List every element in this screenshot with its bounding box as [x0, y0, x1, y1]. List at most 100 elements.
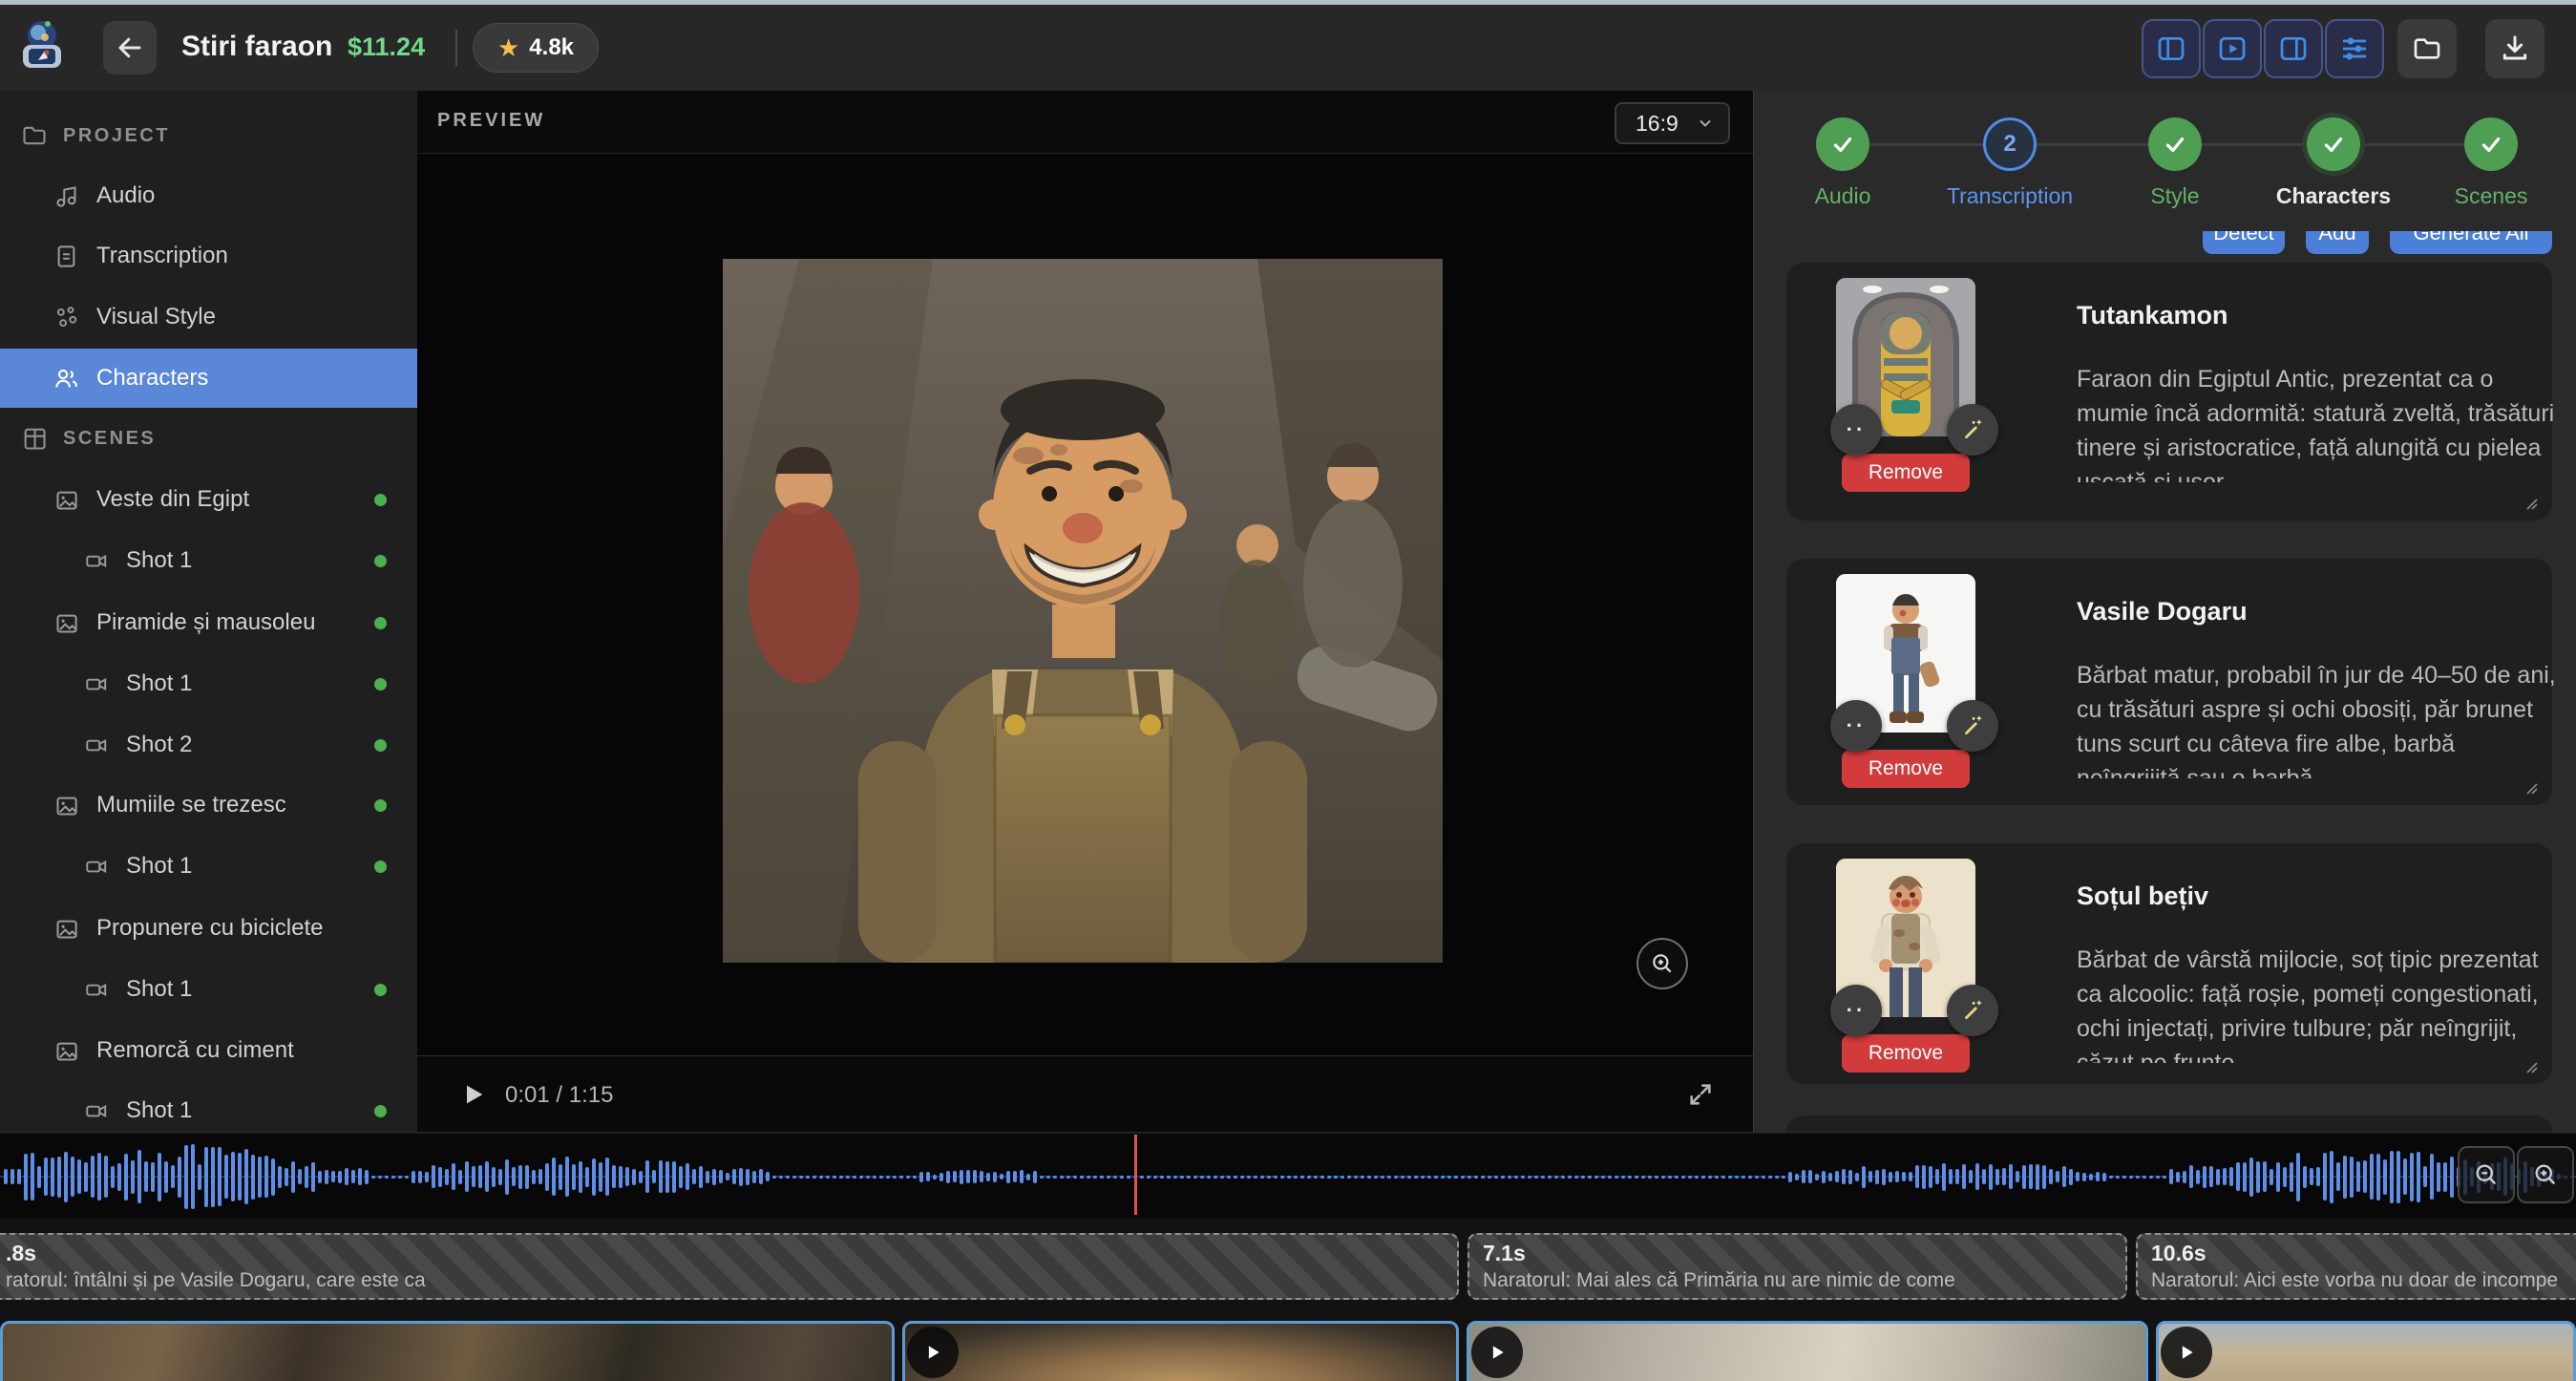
- timeline-zoom-in-button[interactable]: [2517, 1146, 2574, 1203]
- folder-icon: [21, 122, 48, 149]
- resize-handle-icon[interactable]: [2523, 1059, 2539, 1074]
- drag-handle-button[interactable]: ··: [1830, 404, 1882, 456]
- character-card-sotul-betiv: ·· Remove Soțul bețiv Bărbat de vârstă m…: [1786, 843, 2552, 1084]
- zoom-preview-button[interactable]: [1636, 938, 1688, 989]
- step-audio[interactable]: [1816, 117, 1869, 171]
- step-label: Characters: [2248, 183, 2419, 209]
- video-camera-icon: [84, 548, 109, 573]
- check-icon: [2479, 132, 2503, 157]
- image-icon: [53, 1038, 79, 1064]
- audio-waveform[interactable]: [0, 1135, 2576, 1219]
- arrow-left-icon: [116, 33, 144, 62]
- drag-handle-button[interactable]: ··: [1830, 985, 1882, 1036]
- regenerate-image-button[interactable]: [1947, 700, 1998, 752]
- sidebar-scene-mumiile[interactable]: Mumiile se trezesc: [0, 775, 417, 835]
- sidebar-shot[interactable]: Shot 1: [0, 960, 417, 1019]
- segment-text: ratorul: întâlni și pe Vasile Dogaru, ca…: [6, 1269, 426, 1292]
- clip-play-button[interactable]: [907, 1327, 959, 1378]
- panel-left-toggle-button[interactable]: [2142, 19, 2201, 78]
- star-icon: ★: [497, 33, 519, 63]
- check-icon: [2163, 132, 2187, 157]
- character-description-input[interactable]: Bărbat matur, probabil în jur de 40–50 d…: [2077, 658, 2559, 778]
- image-icon: [53, 487, 79, 513]
- dots-icon: ··: [1847, 425, 1867, 435]
- image-icon: [53, 793, 79, 818]
- step-transcription[interactable]: 2: [1983, 117, 2037, 171]
- fullscreen-button[interactable]: [1687, 1081, 1714, 1108]
- play-icon: [1488, 1343, 1507, 1362]
- nodes-icon: [53, 305, 79, 330]
- magnifier-plus-icon: [2532, 1161, 2559, 1188]
- aspect-ratio-dropdown[interactable]: 16:9: [1615, 102, 1730, 144]
- sidebar-shot[interactable]: Shot 1: [0, 654, 417, 713]
- settings-sliders-button[interactable]: [2325, 19, 2384, 78]
- step-label: Style: [2089, 183, 2261, 209]
- topbar-divider: [455, 30, 457, 66]
- status-dot: [374, 799, 387, 812]
- magnifier-plus-icon: [1650, 951, 1675, 976]
- sidebar-scene-piramide[interactable]: Piramide și mausoleu: [0, 593, 417, 652]
- check-icon: [1830, 132, 1855, 157]
- video-clip[interactable]: [0, 1321, 895, 1381]
- resize-handle-icon[interactable]: [2523, 496, 2539, 511]
- step-label: Audio: [1757, 183, 1929, 209]
- app-logo: [15, 18, 69, 72]
- document-icon: [53, 244, 79, 269]
- sidebar-shot[interactable]: Shot 1: [0, 531, 417, 590]
- magic-wand-icon: [1960, 713, 1985, 738]
- clip-play-button[interactable]: [1471, 1327, 1523, 1378]
- sidebar-shot[interactable]: Shot 2: [0, 715, 417, 775]
- rating-badge[interactable]: ★ 4.8k: [473, 23, 599, 73]
- play-button[interactable]: [460, 1081, 487, 1108]
- characters-panel: Detect Add Generate All Audio 2 Transcri…: [1753, 91, 2576, 1132]
- time-display: 0:01 / 1:15: [505, 1082, 613, 1109]
- preview-panel-toggle-button[interactable]: [2203, 19, 2262, 78]
- video-clip[interactable]: [1467, 1321, 2148, 1381]
- panel-right-icon: [2278, 33, 2309, 64]
- character-description-input[interactable]: Bărbat de vârstă mijlocie, soț tipic pre…: [2077, 943, 2559, 1063]
- transcript-segment[interactable]: 7.1s Naratorul: Mai ales că Primăria nu …: [1467, 1233, 2127, 1300]
- music-note-icon: [53, 183, 79, 209]
- image-icon: [53, 916, 79, 942]
- sidebar-shot[interactable]: Shot 1: [0, 837, 417, 896]
- segment-text: Naratorul: Mai ales că Primăria nu are n…: [1483, 1269, 1955, 1292]
- sidebar-item-characters[interactable]: Characters: [0, 349, 417, 408]
- step-scenes[interactable]: [2464, 117, 2518, 171]
- back-button[interactable]: [103, 21, 157, 74]
- regenerate-image-button[interactable]: [1947, 404, 1998, 456]
- preview-header: PREVIEW 16:9: [417, 91, 1753, 154]
- sidebar-scene-veste-din-egipt[interactable]: Veste din Egipt: [0, 470, 417, 529]
- playhead[interactable]: [1134, 1135, 1137, 1215]
- left-sidebar: PROJECT Audio Transcription: [0, 91, 418, 1132]
- sidebar-item-transcription[interactable]: Transcription: [0, 226, 417, 286]
- magic-wand-icon: [1960, 417, 1985, 442]
- open-folder-button[interactable]: [2397, 19, 2457, 78]
- sidebar-scene-remorca[interactable]: Remorcă cu ciment: [0, 1021, 417, 1080]
- dots-icon: ··: [1847, 1006, 1867, 1015]
- drag-handle-button[interactable]: ··: [1830, 700, 1882, 752]
- remove-character-button[interactable]: Remove: [1842, 750, 1970, 788]
- remove-character-button[interactable]: Remove: [1842, 454, 1970, 492]
- video-frame[interactable]: [723, 259, 1443, 963]
- resize-handle-icon[interactable]: [2523, 780, 2539, 796]
- step-style[interactable]: [2148, 117, 2202, 171]
- status-dot: [374, 860, 387, 873]
- remove-character-button[interactable]: Remove: [1842, 1034, 1970, 1073]
- clip-play-button[interactable]: [2161, 1327, 2212, 1378]
- video-camera-icon: [84, 733, 109, 757]
- video-clip[interactable]: [2156, 1321, 2576, 1381]
- sidebar-scene-propunere[interactable]: Propunere cu biciclete: [0, 899, 417, 958]
- transcript-segment[interactable]: .8s ratorul: întâlni și pe Vasile Dogaru…: [0, 1233, 1459, 1300]
- character-description-input[interactable]: Faraon din Egiptul Antic, prezentat ca o…: [2077, 362, 2559, 482]
- sidebar-item-visual-style[interactable]: Visual Style: [0, 287, 417, 347]
- sidebar-item-audio[interactable]: Audio: [0, 166, 417, 225]
- video-clip[interactable]: [902, 1321, 1459, 1381]
- step-characters[interactable]: [2307, 117, 2360, 171]
- scenes-section-header: SCENES: [21, 419, 156, 457]
- download-button[interactable]: [2485, 19, 2544, 78]
- regenerate-image-button[interactable]: [1947, 985, 1998, 1036]
- sidebar-shot[interactable]: Shot 1: [0, 1081, 417, 1132]
- transcript-segment[interactable]: 10.6s Naratorul: Aici este vorba nu doar…: [2136, 1233, 2576, 1300]
- panel-right-toggle-button[interactable]: [2264, 19, 2323, 78]
- timeline-zoom-out-button[interactable]: [2458, 1146, 2515, 1203]
